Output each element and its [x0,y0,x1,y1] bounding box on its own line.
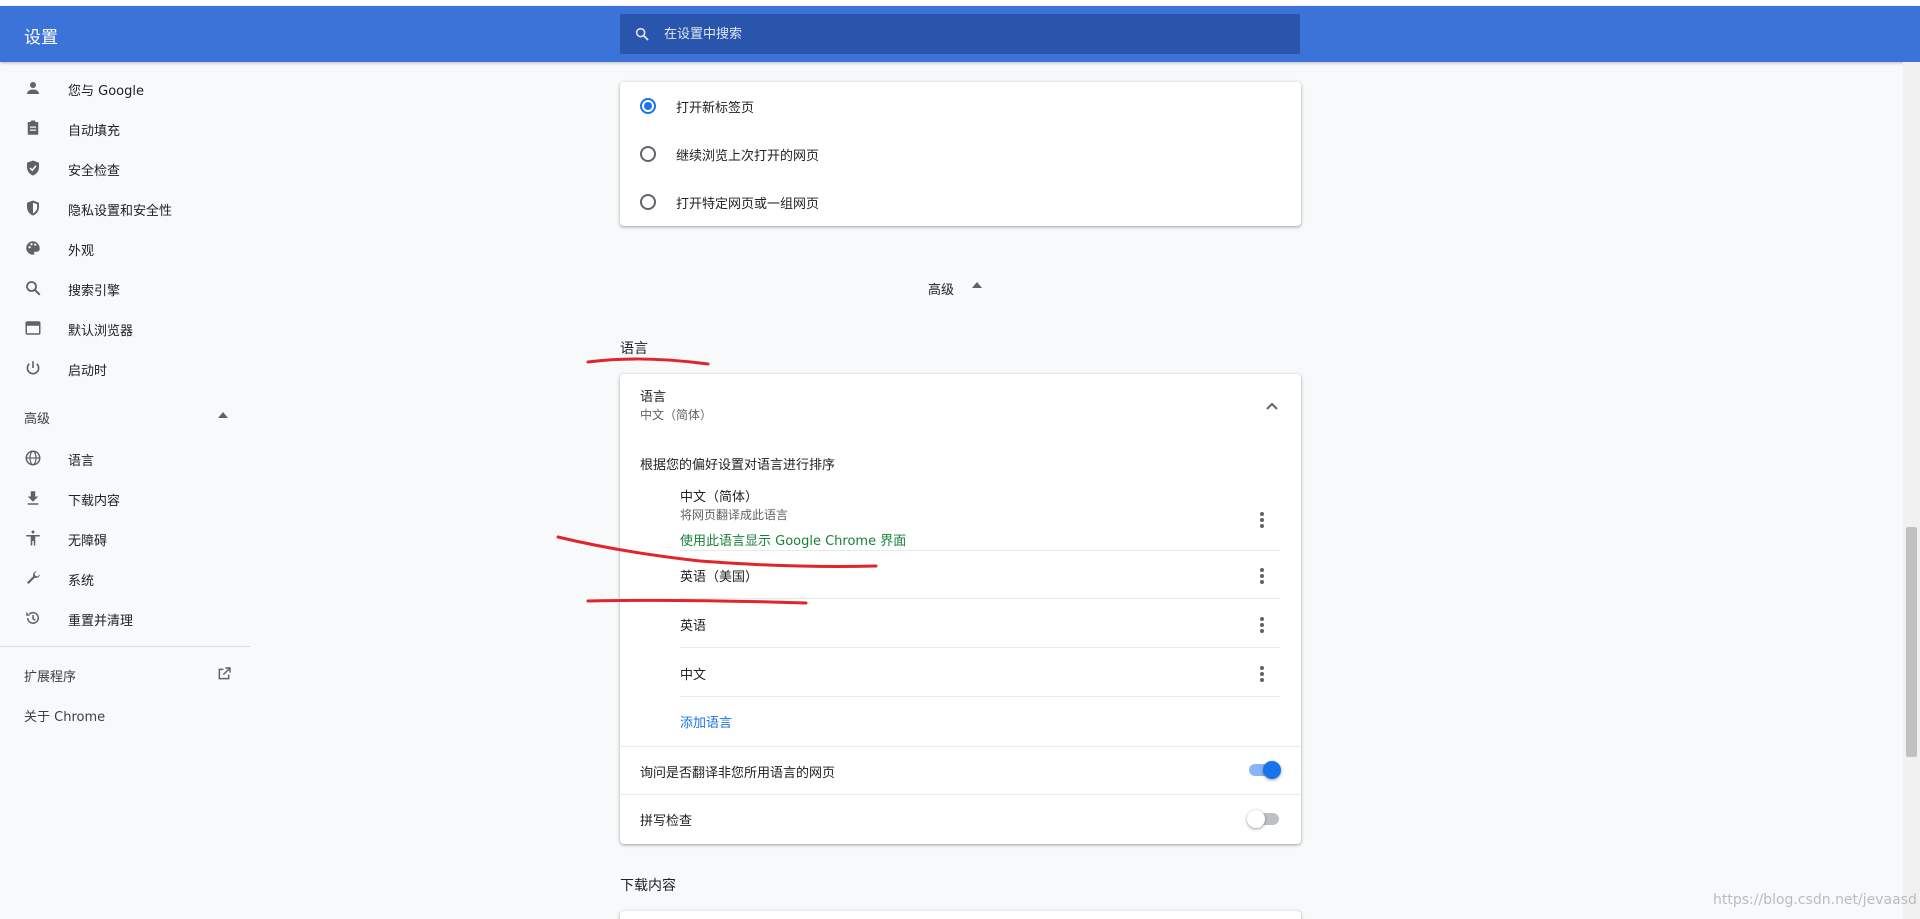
wrench-icon [27,571,40,584]
sidebar-item-downloads[interactable]: 下载内容 [0,478,250,518]
privacy-shield-icon [27,200,39,216]
language-ui-note: 使用此语言显示 Google Chrome 界面 [680,534,907,549]
sidebar-item-system[interactable]: 系统 [0,558,250,598]
sidebar-item-accessibility[interactable]: 无障碍 [0,518,250,558]
palette-icon [26,241,40,255]
download-icon [27,491,39,505]
language-name: 英语（美国） [680,570,759,585]
sidebar-item-label: 启动时 [68,364,108,379]
divider [680,647,1280,648]
sidebar-item-autofill[interactable]: 自动填充 [0,108,250,148]
startup-option-new-tab[interactable]: 打开新标签页 [620,82,1301,130]
shield-check-icon [27,160,39,176]
sidebar-item-you-and-google[interactable]: 您与 Google [0,68,250,108]
scrollbar-track[interactable] [1903,62,1920,919]
more-options-icon[interactable] [1260,666,1264,682]
sidebar-item-default-browser[interactable]: 默认浏览器 [0,308,250,348]
startup-card: 打开新标签页 继续浏览上次打开的网页 打开特定网页或一组网页 [620,82,1301,226]
sidebar: 您与 Google 自动填充 安全检查 隐私设置和安全性 外观 搜索引擎 默认浏… [0,62,250,919]
sidebar-item-label: 您与 Google [68,84,144,99]
radio-label: 继续浏览上次打开的网页 [676,149,820,164]
sidebar-item-label: 默认浏览器 [68,324,134,339]
more-options-icon[interactable] [1260,568,1264,584]
sidebar-item-label: 重置并清理 [68,614,134,629]
sidebar-item-extensions[interactable]: 扩展程序 [24,666,76,685]
sidebar-divider [0,646,250,647]
sidebar-item-label: 无障碍 [68,534,108,549]
language-name: 中文（简体） [680,490,759,505]
history-icon [26,611,39,624]
language-name: 中文 [680,668,707,683]
startup-option-specific-pages[interactable]: 打开特定网页或一组网页 [620,178,1301,226]
more-options-icon[interactable] [1260,617,1264,633]
add-language-button[interactable]: 添加语言 [680,712,732,731]
sidebar-item-label: 语言 [68,454,95,469]
spell-check-label: 拼写检查 [640,814,693,829]
sidebar-item-privacy[interactable]: 隐私设置和安全性 [0,188,250,228]
accessibility-icon [26,530,40,546]
spell-check-toggle[interactable] [1247,809,1281,829]
clipboard-icon [27,120,39,135]
sidebar-advanced-header[interactable]: 高级 [24,408,50,427]
downloads-card [620,911,1301,919]
divider [620,746,1301,747]
radio-label: 打开特定网页或一组网页 [676,197,820,212]
languages-card-subtitle: 中文（简体） [640,408,713,422]
downloads-section-title: 下载内容 [620,878,676,894]
radio-button[interactable] [640,98,656,114]
sidebar-item-label: 隐私设置和安全性 [68,204,173,219]
divider [680,550,1280,551]
advanced-toggle-label: 高级 [928,283,955,298]
watermark: https://blog.csdn.net/jevaasd [1713,892,1917,908]
scrollbar-thumb[interactable] [1906,527,1917,757]
divider [680,598,1280,599]
chevron-up-icon[interactable] [1266,402,1278,410]
sidebar-item-label: 系统 [68,574,95,589]
sidebar-item-label: 下载内容 [68,494,121,509]
page-title: 设置 [24,28,58,48]
browser-window-icon [25,321,41,335]
radio-button[interactable] [640,194,656,210]
sidebar-item-safety-check[interactable]: 安全检查 [0,148,250,188]
more-options-icon[interactable] [1260,512,1264,528]
offer-translate-toggle[interactable] [1247,760,1281,780]
sidebar-item-about-chrome[interactable]: 关于 Chrome [24,706,105,725]
sidebar-item-search-engine[interactable]: 搜索引擎 [0,268,250,308]
triangle-up-icon[interactable] [218,412,228,418]
search-box[interactable] [620,14,1300,54]
language-name: 英语 [680,619,707,634]
person-icon [27,82,39,94]
offer-translate-label: 询问是否翻译非您所用语言的网页 [640,766,836,781]
sidebar-item-on-startup[interactable]: 启动时 [0,348,250,388]
search-icon [26,281,41,296]
radio-label: 打开新标签页 [676,101,755,116]
open-external-icon[interactable] [216,666,232,682]
divider [680,696,1280,697]
sidebar-item-reset[interactable]: 重置并清理 [0,598,250,638]
languages-card-title: 语言 [640,390,667,405]
divider [620,794,1301,795]
radio-button[interactable] [640,146,656,162]
languages-card: 语言 中文（简体） 根据您的偏好设置对语言进行排序 中文（简体） 将网页翻译成此… [620,374,1301,844]
annotation-stroke [586,357,710,366]
language-translate-note: 将网页翻译成此语言 [680,508,789,522]
sidebar-item-label: 安全检查 [68,164,121,179]
advanced-toggle-button[interactable]: 高级 [928,279,982,298]
search-icon [635,27,649,41]
language-order-hint: 根据您的偏好设置对语言进行排序 [640,458,836,473]
globe-icon [25,450,41,466]
power-icon [26,361,40,375]
search-input[interactable] [664,14,1284,54]
sidebar-item-appearance[interactable]: 外观 [0,228,250,268]
languages-section-title: 语言 [620,341,648,357]
triangle-up-icon [972,282,982,288]
sidebar-item-label: 自动填充 [68,124,121,139]
sidebar-item-languages[interactable]: 语言 [0,438,250,478]
sidebar-item-label: 外观 [68,244,95,259]
settings-header: 设置 [0,6,1920,62]
sidebar-item-label: 搜索引擎 [68,284,121,299]
startup-option-continue[interactable]: 继续浏览上次打开的网页 [620,130,1301,178]
